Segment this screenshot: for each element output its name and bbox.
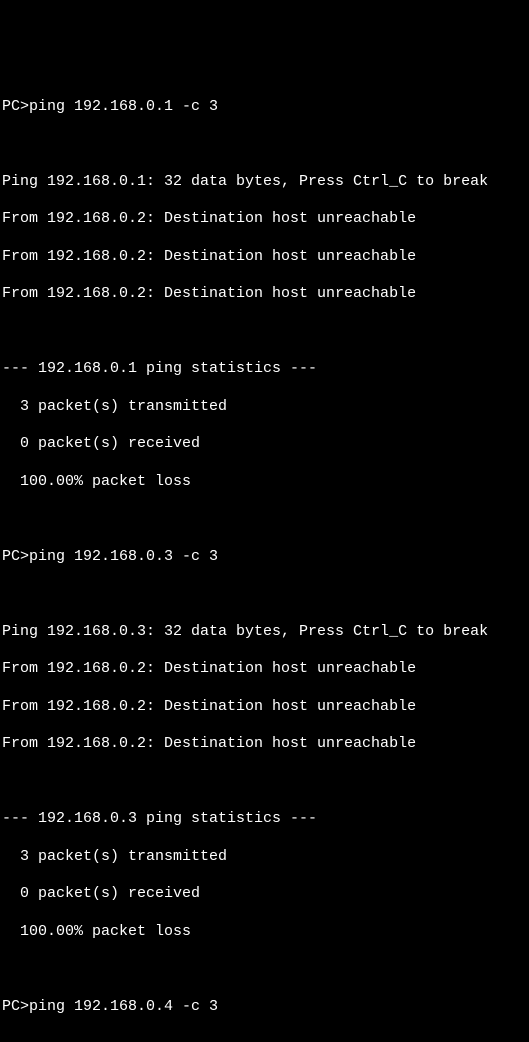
- terminal-line: From 192.168.0.2: Destination host unrea…: [2, 660, 529, 679]
- terminal-line: From 192.168.0.2: Destination host unrea…: [2, 735, 529, 754]
- terminal-line: 0 packet(s) received: [2, 435, 529, 454]
- terminal-line: --- 192.168.0.3 ping statistics ---: [2, 810, 529, 829]
- terminal-line: PC>ping 192.168.0.3 -c 3: [2, 548, 529, 567]
- terminal-line: [2, 510, 529, 529]
- terminal-line: --- 192.168.0.1 ping statistics ---: [2, 360, 529, 379]
- terminal-line: PC>ping 192.168.0.1 -c 3: [2, 98, 529, 117]
- terminal-line: [2, 585, 529, 604]
- terminal-line: Ping 192.168.0.1: 32 data bytes, Press C…: [2, 173, 529, 192]
- terminal-line: From 192.168.0.2: Destination host unrea…: [2, 210, 529, 229]
- terminal-line: 3 packet(s) transmitted: [2, 398, 529, 417]
- terminal-line: [2, 323, 529, 342]
- terminal-line: [2, 135, 529, 154]
- terminal-line: From 192.168.0.2: Destination host unrea…: [2, 698, 529, 717]
- terminal-line: 100.00% packet loss: [2, 473, 529, 492]
- terminal-line: 100.00% packet loss: [2, 923, 529, 942]
- terminal-output[interactable]: PC>ping 192.168.0.1 -c 3 Ping 192.168.0.…: [2, 79, 529, 1042]
- terminal-line: [2, 960, 529, 979]
- terminal-line: 3 packet(s) transmitted: [2, 848, 529, 867]
- terminal-line: Ping 192.168.0.3: 32 data bytes, Press C…: [2, 623, 529, 642]
- terminal-line: [2, 1035, 529, 1042]
- terminal-line: From 192.168.0.2: Destination host unrea…: [2, 248, 529, 267]
- terminal-line: From 192.168.0.2: Destination host unrea…: [2, 285, 529, 304]
- terminal-line: PC>ping 192.168.0.4 -c 3: [2, 998, 529, 1017]
- terminal-line: 0 packet(s) received: [2, 885, 529, 904]
- terminal-line: [2, 773, 529, 792]
